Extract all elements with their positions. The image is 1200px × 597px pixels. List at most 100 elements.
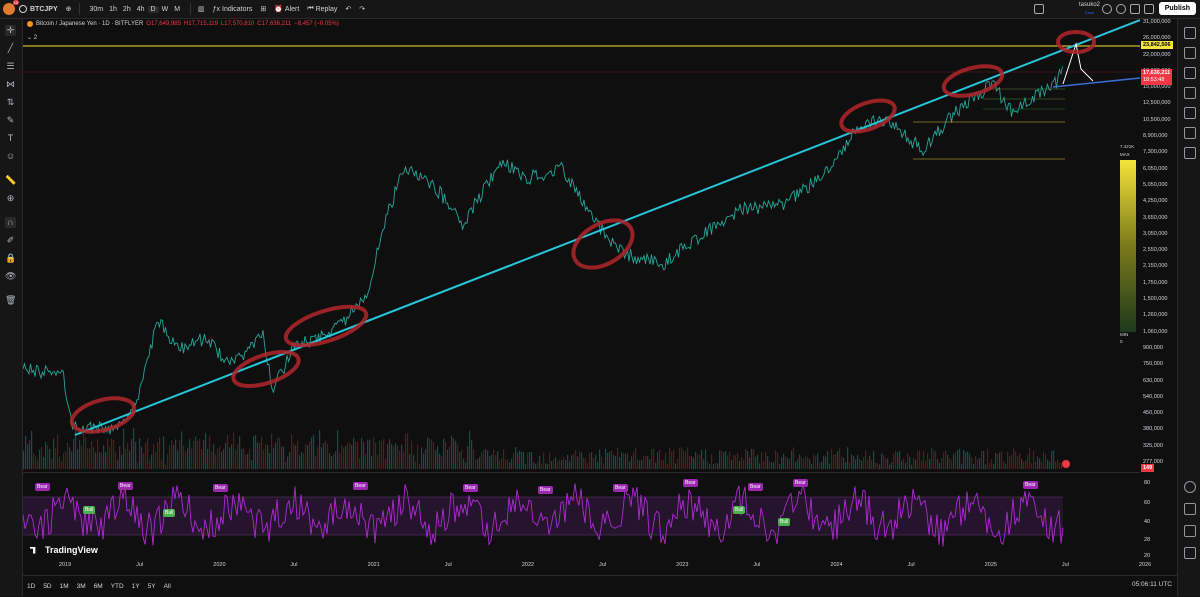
volume-bar — [459, 452, 461, 469]
utc-clock[interactable]: 05:06:11 UTC — [1132, 581, 1172, 588]
forecast-icon[interactable]: ⇅ — [5, 97, 16, 108]
publish-button[interactable]: Publish — [1158, 2, 1196, 15]
volume-bar — [1045, 454, 1047, 469]
price-chart[interactable] — [23, 19, 1140, 471]
fib-icon[interactable]: ☰ — [5, 61, 16, 72]
volume-bar — [989, 462, 991, 469]
settings-icon[interactable] — [1116, 4, 1126, 14]
redo-icon[interactable]: ↷ — [355, 0, 369, 18]
draw-mode-icon[interactable]: ✐ — [5, 235, 16, 246]
time-axis[interactable]: 2019 Jul 2020 Jul 2021 Jul 2022 Jul 2023 Jul 2024 J… — [23, 560, 1151, 572]
layout-name[interactable]: tasuko2 Save — [1079, 2, 1100, 16]
volume-bar — [275, 442, 277, 469]
volume-bar — [527, 453, 529, 469]
chat-icon[interactable] — [1184, 107, 1196, 119]
alerts-icon[interactable] — [1184, 47, 1196, 59]
timeframe-M[interactable]: M — [171, 6, 183, 13]
ideas-icon[interactable] — [1184, 127, 1196, 139]
timeframe-1h[interactable]: 1h — [106, 6, 120, 13]
pattern-icon[interactable]: ⋈ — [5, 79, 16, 90]
watchlist-icon[interactable] — [1184, 27, 1196, 39]
timeframe-W[interactable]: W — [159, 6, 172, 13]
trash-icon[interactable]: 🗑 — [5, 295, 16, 306]
volume-bar — [1031, 463, 1033, 469]
volume-bar — [83, 431, 85, 469]
timeframe-D[interactable]: D — [147, 5, 159, 13]
range-all[interactable]: All — [160, 583, 175, 590]
price-axis-label: 630,000 — [1143, 377, 1163, 384]
lock-icon[interactable]: 🔒 — [5, 253, 16, 264]
timeframe-2h[interactable]: 2h — [120, 6, 134, 13]
volume-bar — [549, 452, 551, 469]
volume-bar — [511, 458, 513, 469]
zoom-icon[interactable]: ⊕ — [5, 193, 16, 204]
price-axis[interactable]: 31,000,00026,000,00022,000,00018,000,000… — [1140, 19, 1178, 575]
indicators-button[interactable]: ƒx Indicators — [209, 0, 257, 18]
volume-bar — [809, 459, 811, 469]
timeframe-30m[interactable]: 30m — [87, 6, 107, 13]
volume-bar — [837, 451, 839, 469]
heatmap-scale — [1120, 160, 1136, 332]
trendline-icon[interactable]: ╱ — [5, 43, 16, 54]
volume-bar — [583, 457, 585, 469]
notifications-icon[interactable] — [1184, 503, 1196, 515]
brush-icon[interactable]: ✎ — [5, 115, 16, 126]
volume-bar — [141, 446, 143, 469]
range-1y[interactable]: 1Y — [128, 583, 144, 590]
text-icon[interactable]: T — [5, 133, 16, 144]
replay-button[interactable]: ⏮ Replay — [303, 0, 341, 18]
volume-bar — [439, 453, 441, 469]
volume-bar — [771, 462, 773, 469]
volume-bar — [517, 452, 519, 469]
volume-bar — [907, 453, 909, 469]
volume-bar — [281, 446, 283, 469]
volume-bar — [615, 455, 617, 469]
grid-icon[interactable] — [1184, 525, 1196, 537]
quick-search-icon[interactable] — [1102, 4, 1112, 14]
range-5d[interactable]: 5D — [39, 583, 55, 590]
magnet-icon[interactable]: ∩ — [5, 217, 16, 228]
data-window-icon[interactable] — [1184, 67, 1196, 79]
volume-bar — [395, 443, 397, 469]
volume-bar — [1043, 451, 1045, 469]
layout-icon[interactable] — [1034, 4, 1044, 14]
hotlist-icon[interactable] — [1184, 547, 1196, 559]
compare-button[interactable]: ⊕ — [62, 0, 76, 18]
range-3m[interactable]: 3M — [73, 583, 90, 590]
timeframe-4h[interactable]: 4h — [134, 6, 148, 13]
camera-icon[interactable] — [1144, 4, 1154, 14]
volume-bar — [547, 464, 549, 469]
avatar[interactable]: 10 — [3, 0, 19, 15]
undo-icon[interactable]: ↶ — [341, 0, 355, 18]
range-1d[interactable]: 1D — [23, 583, 39, 590]
layers-icon[interactable] — [1184, 87, 1196, 99]
fullscreen-icon[interactable] — [1130, 4, 1140, 14]
volume-bar — [159, 437, 161, 469]
eye-icon[interactable]: 👁 — [5, 271, 16, 282]
volume-bar — [485, 448, 487, 469]
volume-bar — [967, 451, 969, 469]
range-1m[interactable]: 1M — [56, 583, 73, 590]
ruler-icon[interactable]: 📏 — [5, 175, 16, 186]
volume-bar — [471, 439, 473, 469]
templates-icon[interactable]: ⊞ — [256, 0, 270, 18]
range-5y[interactable]: 5Y — [144, 583, 160, 590]
help-icon[interactable] — [1184, 481, 1196, 493]
volume-bar — [423, 453, 425, 469]
volume-bar — [663, 459, 665, 469]
volume-bar — [775, 450, 777, 469]
indicator-toggle[interactable]: ⌄ 2 — [27, 34, 37, 41]
range-6m[interactable]: 6M — [90, 583, 107, 590]
volume-bar — [555, 457, 557, 469]
symbol-search[interactable]: BTCJPY — [15, 0, 62, 18]
crosshair-icon[interactable]: ✛ — [5, 25, 16, 36]
time-axis-label: Jul — [599, 562, 607, 568]
chart-type-icon[interactable]: ▥ — [194, 0, 209, 18]
calendar-icon[interactable] — [1184, 147, 1196, 159]
range-ytd[interactable]: YTD — [107, 583, 128, 590]
alert-button[interactable]: ⏰ Alert — [270, 0, 303, 18]
rsi-bear-tag: Bear — [538, 486, 553, 494]
emoji-icon[interactable]: ☺ — [5, 151, 16, 162]
volume-bar — [787, 458, 789, 469]
volume-bar — [769, 461, 771, 469]
